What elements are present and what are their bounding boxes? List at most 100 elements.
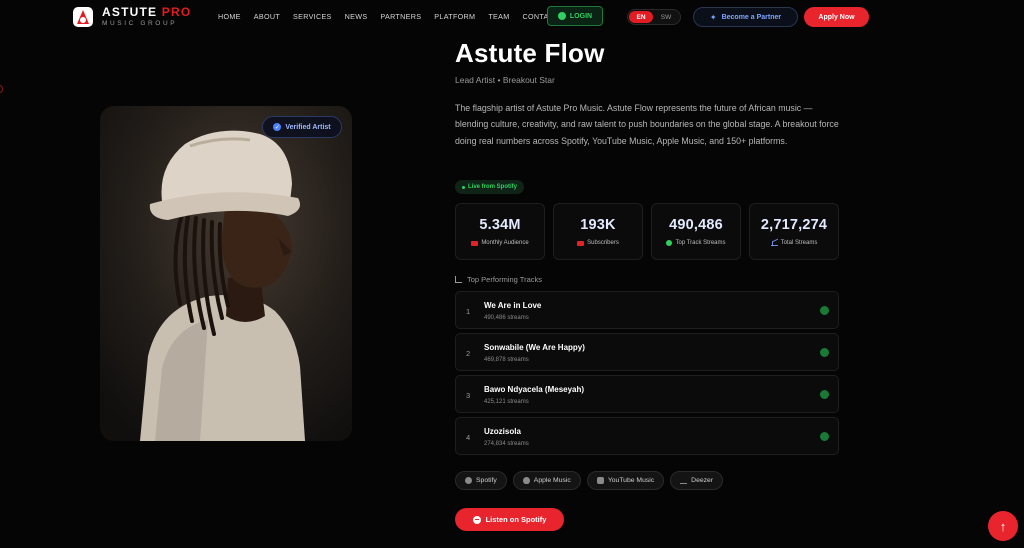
check-icon: ✓ [273,123,282,131]
stat-monthly-audience: 5.34M Monthly Audience [455,203,545,260]
stat-label-row: Monthly Audience [471,240,529,246]
deezer-icon [680,477,688,484]
nav-link-services[interactable]: SERVICES [293,12,332,21]
logo-icon [73,7,93,27]
spotify-icon [472,515,481,524]
live-dot-icon [462,185,465,189]
nav-link-team[interactable]: TEAM [488,12,509,21]
track-number: 2 [466,349,471,358]
track-number: 3 [466,391,471,400]
main-menu: HOME ABOUT SERVICES NEWS PARTNERS PLATFO… [218,12,559,21]
platform-apple-music[interactable]: Apple Music [512,471,581,490]
edge-decoration [0,85,3,93]
stat-value: 490,486 [669,217,723,233]
track-row[interactable]: 3 Bawo Ndyacela (Meseyah) 425,121 stream… [455,375,839,413]
brand-logo[interactable]: ASTUTE PRO MUSIC GROUP [73,6,191,28]
tracks-heading-label: Top Performing Tracks [467,275,543,284]
track-streams: 274,834 streams [484,441,529,447]
stats-row: 5.34M Monthly Audience 193K Subscribers … [455,203,839,260]
lang-sw-button[interactable]: SW [653,11,679,23]
track-row[interactable]: 4 Uzozisola 274,834 streams [455,417,839,455]
spotify-icon [465,477,472,484]
track-number: 4 [466,433,471,442]
stat-value: 2,717,274 [760,217,828,233]
track-name: Sonwabile (We Are Happy) [484,343,585,352]
apple-icon [522,477,530,484]
login-label: LOGIN [569,12,593,20]
stat-subscribers: 193K Subscribers [553,203,643,260]
spotify-icon[interactable] [820,348,829,357]
brand-text: ASTUTE PRO MUSIC GROUP [102,6,191,28]
brand-sub: MUSIC GROUP [102,20,178,27]
stat-total-streams: 2,717,274 Total Streams [749,203,839,260]
spotify-icon [666,240,673,246]
track-streams: 469,878 streams [484,357,529,363]
artist-subtitle: Lead Artist • Breakout Star [455,75,555,85]
apply-now-button[interactable]: Apply Now [804,7,869,27]
user-icon [557,12,566,20]
stat-label: Monthly Audience [481,240,529,246]
login-button[interactable]: LOGIN [547,6,603,26]
artist-portrait-illustration [100,106,352,441]
artist-name: Astute Flow [455,38,605,68]
spotify-icon[interactable] [820,306,829,315]
stat-label: Total Streams [780,240,818,246]
verified-artist-badge: ✓ Verified Artist [262,116,342,138]
brand-name-2: PRO [161,5,192,19]
stat-label-row: Top Track Streams [666,240,726,246]
stat-value: 193K [580,217,616,233]
tracks-list: 1 We Are in Love 490,486 streams 2 Sonwa… [455,291,839,459]
live-label: Live from Spotify [468,184,518,190]
nav-link-partners[interactable]: PARTNERS [380,12,421,21]
platform-links: Spotify Apple Music YouTube Music Deezer [455,471,724,490]
verified-label: Verified Artist [285,123,331,131]
artist-photo: ✓ Verified Artist [100,106,352,441]
scroll-to-top-button[interactable]: ↑ [988,511,1018,541]
stat-value: 5.34M [479,217,521,233]
track-streams: 425,121 streams [484,399,529,405]
track-name: Bawo Ndyacela (Meseyah) [484,385,585,394]
nav-link-about[interactable]: ABOUT [254,12,280,21]
handshake-icon: ✦ [709,12,717,22]
platform-youtube-music[interactable]: YouTube Music [586,471,665,490]
track-name: Uzozisola [484,427,521,436]
lang-en-button[interactable]: EN [629,11,653,23]
partner-label: Become a Partner [721,13,782,21]
stat-label: Subscribers [587,240,619,246]
listen-on-spotify-button[interactable]: Listen on Spotify [455,508,564,531]
stat-top-track-streams: 490,486 Top Track Streams [651,203,741,260]
platform-label: Spotify [476,477,497,484]
stat-label-row: Subscribers [577,240,619,246]
artist-description: The flagship artist of Astute Pro Music.… [455,103,839,146]
stat-label-row: Total Streams [770,240,818,246]
live-badge: Live from Spotify [455,180,525,194]
platform-label: YouTube Music [607,477,655,484]
spotify-icon[interactable] [820,432,829,441]
nav-link-news[interactable]: NEWS [345,12,368,21]
brand-name-1: ASTUTE [102,5,158,19]
chart-icon [770,240,778,246]
nav-link-home[interactable]: HOME [218,12,241,21]
language-toggle: EN SW [627,9,681,25]
spotify-icon[interactable] [820,390,829,399]
top-navbar: ASTUTE PRO MUSIC GROUP HOME ABOUT SERVIC… [0,0,1024,34]
arrow-up-icon: ↑ [999,518,1007,534]
platform-deezer[interactable]: Deezer [670,471,724,490]
chart-icon [455,276,462,283]
track-streams: 490,486 streams [484,315,529,321]
become-partner-button[interactable]: ✦ Become a Partner [693,7,798,27]
track-number: 1 [466,307,471,316]
nav-link-platform[interactable]: PLATFORM [434,12,475,21]
youtube-icon [471,240,479,246]
track-row[interactable]: 1 We Are in Love 490,486 streams [455,291,839,329]
platform-label: Apple Music [533,477,571,484]
stat-label: Top Track Streams [675,240,726,246]
platform-label: Deezer [691,477,714,484]
listen-label: Listen on Spotify [485,515,547,524]
tracks-heading: Top Performing Tracks [455,275,542,284]
youtube-icon [577,240,585,246]
track-row[interactable]: 2 Sonwabile (We Are Happy) 469,878 strea… [455,333,839,371]
track-name: We Are in Love [484,301,542,310]
youtube-icon [596,477,604,484]
platform-spotify[interactable]: Spotify [455,471,507,490]
